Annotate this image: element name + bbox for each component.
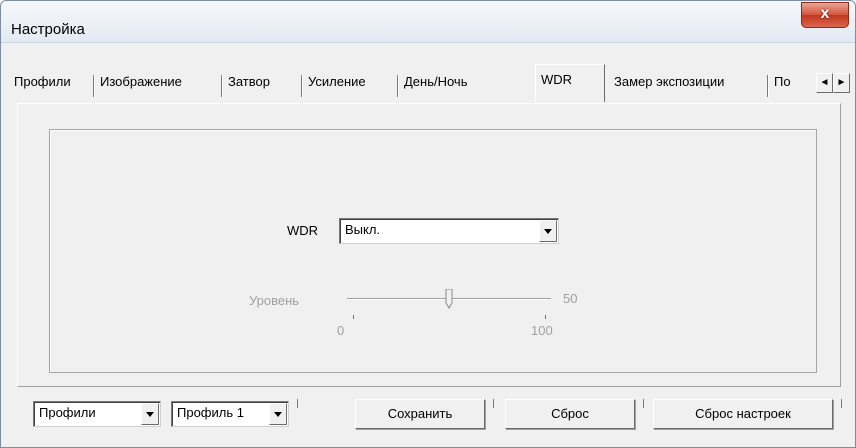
tab-label: Профили <box>14 74 71 89</box>
profiles-select[interactable]: Профили <box>33 401 161 427</box>
divider <box>297 399 298 408</box>
tab-label: Усиление <box>308 74 366 89</box>
tab-label: Замер экспозиции <box>614 74 725 89</box>
wdr-label: WDR <box>287 223 319 238</box>
title-bar[interactable]: Настройка x <box>1 1 855 43</box>
chevron-down-icon <box>146 412 154 417</box>
tab-wdr[interactable]: WDR <box>535 64 605 102</box>
tab-label: WDR <box>541 72 573 87</box>
reset-settings-button[interactable]: Сброс настроек <box>653 399 833 429</box>
slider-min-label: 0 <box>337 323 345 338</box>
tab-truncated[interactable]: По <box>769 67 815 101</box>
window-title: Настройка <box>11 21 85 38</box>
divider <box>841 399 842 408</box>
level-slider-thumb[interactable] <box>445 289 453 309</box>
tab-bar: Профили Изображение Затвор Усиление День… <box>9 64 849 102</box>
level-label: Уровень <box>249 293 300 308</box>
level-value: 50 <box>563 291 578 306</box>
divider <box>643 399 644 408</box>
tab-scroll-buttons: ◄ ► <box>816 73 850 93</box>
chevron-down-icon <box>544 229 552 234</box>
slider-tick-max <box>545 315 546 319</box>
wdr-select[interactable]: Выкл. <box>339 218 559 244</box>
tab-exposure-metering[interactable]: Замер экспозиции <box>609 67 765 101</box>
tab-label: Затвор <box>228 74 270 89</box>
profiles-select-dropdown-button[interactable] <box>141 403 159 425</box>
tab-label: Изображение <box>100 74 182 89</box>
tab-gain[interactable]: Усиление <box>303 67 397 101</box>
profile-select[interactable]: Профиль 1 <box>171 401 289 427</box>
tab-label: День/Ночь <box>404 74 468 89</box>
slider-max-label: 100 <box>531 323 553 338</box>
tab-label: По <box>774 74 791 89</box>
divider <box>493 399 494 408</box>
chevron-down-icon <box>274 412 282 417</box>
reset-button[interactable]: Сброс <box>505 399 635 429</box>
close-button[interactable]: x <box>801 2 849 28</box>
profiles-select-value: Профили <box>39 405 96 420</box>
close-icon: x <box>820 5 830 22</box>
slider-tick-min <box>353 315 354 319</box>
tab-image[interactable]: Изображение <box>95 67 221 101</box>
settings-window: Настройка x Профили Изображение Затвор У… <box>0 0 856 448</box>
wdr-select-value: Выкл. <box>345 222 381 237</box>
arrow-right-icon: ► <box>836 77 847 88</box>
save-button[interactable]: Сохранить <box>355 399 485 429</box>
profile-select-value: Профиль 1 <box>177 405 244 420</box>
arrow-left-icon: ◄ <box>819 77 830 88</box>
tab-scroll-left-button[interactable]: ◄ <box>816 73 833 93</box>
tab-shutter[interactable]: Затвор <box>223 67 301 101</box>
tab-scroll-right-button[interactable]: ► <box>833 73 850 93</box>
wdr-select-dropdown-button[interactable] <box>539 220 557 242</box>
tab-day-night[interactable]: День/Ночь <box>399 67 533 101</box>
tab-profiles[interactable]: Профили <box>9 67 93 101</box>
profile-select-dropdown-button[interactable] <box>269 403 287 425</box>
wdr-group-box <box>49 129 817 373</box>
